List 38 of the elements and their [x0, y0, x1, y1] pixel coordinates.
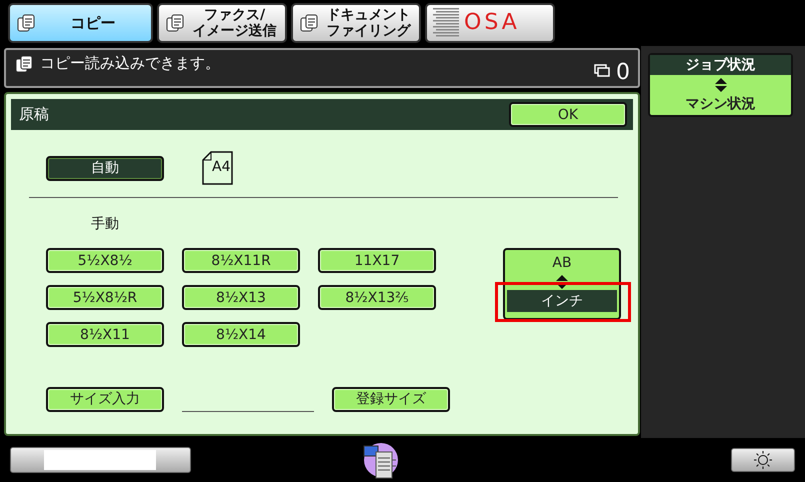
pages-icon: [594, 64, 610, 78]
unit-option[interactable]: AB: [507, 252, 617, 274]
size-button[interactable]: 5½X8½R: [46, 285, 164, 310]
mode-tab[interactable]: コピー: [8, 3, 153, 43]
copy-count: 0: [616, 60, 630, 85]
up-down-icon: [555, 274, 569, 290]
auto-button[interactable]: 自動: [46, 156, 164, 180]
size-button[interactable]: 8½X14: [182, 322, 300, 347]
size-button[interactable]: 8½X13: [182, 285, 300, 310]
panel-title: 原稿: [19, 105, 49, 124]
up-down-icon: [714, 77, 728, 93]
paper-size-label: A4: [212, 159, 230, 175]
job-status-button[interactable]: ジョブ状況 マシン状況: [648, 53, 793, 117]
size-button[interactable]: 8½X13⅖: [318, 285, 436, 310]
manual-label: 手動: [91, 215, 120, 233]
status-message: コピー読み込みできます。: [40, 54, 221, 73]
unit-option[interactable]: インチ: [507, 290, 617, 312]
brightness-icon: [754, 451, 772, 469]
printer-computer-icon[interactable]: [361, 440, 401, 480]
unit-toggle[interactable]: AB インチ: [503, 248, 621, 320]
registered-size-button[interactable]: 登録サイズ: [332, 386, 450, 412]
paper-icon: [202, 151, 234, 185]
copier-icon: [299, 13, 319, 33]
size-button[interactable]: 5½X8½: [46, 248, 164, 273]
copier-icon: [165, 13, 185, 33]
size-button[interactable]: 8½X11: [46, 322, 164, 347]
size-button[interactable]: 8½X11R: [182, 248, 300, 273]
mode-tab[interactable]: ドキュメント ファイリング: [291, 3, 421, 43]
logo-tab[interactable]: OSA: [425, 3, 555, 43]
bottom-bar-button[interactable]: [10, 447, 191, 473]
stripes-icon: [433, 8, 459, 38]
size-button[interactable]: 11X17: [318, 248, 436, 273]
brightness-button[interactable]: [731, 448, 795, 472]
mode-tab[interactable]: ファクス/ イメージ送信: [157, 3, 287, 43]
size-input-button[interactable]: サイズ入力: [46, 386, 164, 412]
copier-icon: [16, 13, 36, 33]
ok-button[interactable]: OK: [509, 102, 627, 127]
copier-icon: [14, 54, 34, 74]
